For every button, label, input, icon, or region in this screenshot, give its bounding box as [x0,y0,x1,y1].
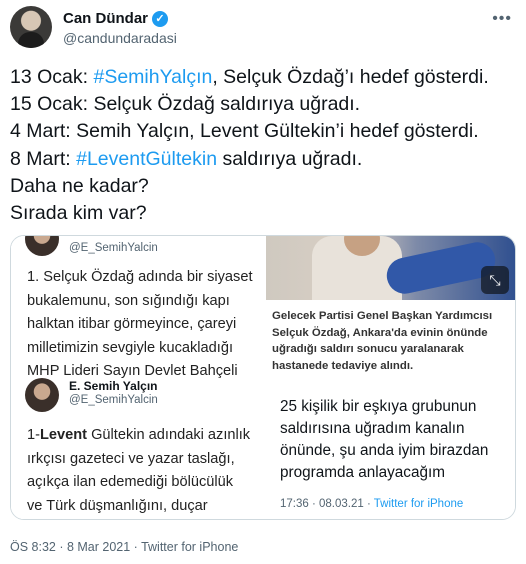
quoted-tweet-line: saldırısına uğradım kanalın [280,420,465,437]
screenshot-text-line: ırkçısı gazeteci ve yazar taslağı, [27,448,259,472]
quoted-tweet-time: 17:36 · 08.03.21 · [280,498,374,510]
author-avatar[interactable] [10,6,52,48]
news-caption-text: Gelecek Partisi Genel Başkan Yardımcısı S… [272,308,514,374]
tweet-text-segment: , Selçuk Özdağ’ı hedef gösterdi. [212,66,489,88]
tweet-text-segment: 8 Mart: [10,147,77,170]
tweet-line: 15 Ocak: Selçuk Özdağ saldırıya uğradı. [10,91,516,118]
screenshot-avatar [25,236,59,256]
tweet-line: 13 Ocak: #SemihYalçın, Selçuk Özdağ’ı he… [10,64,516,91]
quoted-tweet-meta: 17:36 · 08.03.21 · Twitter for iPhone [280,498,463,510]
screenshot-text-segment: ve Türk düşmanlığını, duçar [27,497,208,514]
screenshot-name: E. Semih Yalçın [69,379,158,393]
tweet-text-segment: Sırada kim var? [10,202,147,225]
tweet-line: Sırada kim var? [10,200,516,227]
caption-line: hastanede tedaviye alındı. [272,359,414,372]
screenshot-text-segment: açıkça ilan edemediği bölücülük [27,474,234,490]
screenshot-text-line: milletimizin sevgiyle kucakladığı [27,339,234,356]
tweet-text-segment: Daha ne kadar? [10,174,149,197]
media-right-column[interactable]: ⤡ Gelecek Partisi Genel Başkan Yardımcıs… [266,236,515,519]
hashtag-link[interactable]: #LeventGültekin [76,148,217,170]
expand-icon[interactable]: ⤡ [481,266,509,294]
author-name[interactable]: Can Dündar [63,10,148,27]
tweet-timestamp[interactable]: ÖS 8:32 · 8 Mar 2021 · Twitter for iPhon… [10,540,238,554]
screenshot-text-segment: ırkçısı gazeteci ve yazar taslağı, [27,450,235,467]
screenshot-text-line: halktan itibar görmeyince, çareyi [27,316,237,332]
screenshot-handle: @E_SemihYalcin [69,242,158,254]
screenshot-text-line: ve Türk düşmanlığını, duçar [27,495,259,519]
screenshot-text-line: 1. Selçuk Özdağ adında bir siyaset [27,269,253,285]
tweet-line: Daha ne kadar? [10,173,516,200]
tweet-text-segment: saldırıya uğradı. [217,147,363,170]
quoted-tweet-line: programda anlayacağım [280,464,445,481]
tweet-text-segment: 13 Ocak: [10,66,94,88]
screenshot-text-line: açıkça ilan edemediği bölücülük [27,471,259,495]
screenshot-text-line: bukalemunu, son sığındığı kapı [27,292,230,309]
tweet-text-segment: 15 Ocak: Selçuk Özdağ saldırıya uğradı. [10,93,361,116]
news-caption: Gelecek Partisi Genel Başkan Yardımcısı S… [266,300,515,380]
tweet-text-segment: 4 Mart: Semih Yalçın, Levent Gültekin’i … [10,120,479,143]
tweet-line: 8 Mart: #LeventGültekin saldırıya uğradı… [10,146,516,173]
screenshot-text-segment: Gültekin adındaki azınlık [87,427,251,443]
quoted-tweet-line: önünde, şu anda iyim birazdan [280,442,489,459]
author-handle[interactable]: @candundaradasi [63,30,177,46]
screenshot-text: 1. Selçuk Özdağ adında bir siyaset bukale… [27,266,259,378]
screenshot-text-line: MHP Lideri Sayın Devlet Bahçeli [27,363,238,378]
caption-line: Gelecek Partisi Genel Başkan Yardımcısı [272,310,493,322]
tweet-header: Can Dündar ✓ @candundaradasi ••• [10,6,516,54]
screenshot-text-line: 1-Levent Gültekin adındaki azınlık [27,424,259,448]
screenshot-text-segment: Levent [39,427,88,443]
screenshot-tweet-1[interactable]: @E_SemihYalcin 1. Selçuk Özdağ adında bi… [11,236,262,378]
quoted-tweet-line: 25 kişilik bir eşkıya grubunun [280,398,477,415]
screenshot-text-line: olduğu MHP ... ... ... ... ... [27,518,259,519]
media-left-column[interactable]: @E_SemihYalcin 1. Selçuk Özdağ adında bi… [11,236,262,519]
screenshot-tweet-2[interactable]: E. Semih Yalçın @E_SemihYalcin 1-Levent … [11,378,262,519]
screenshot-text: 1-Levent Gültekin adındaki azınlık ırkçıs… [27,424,259,519]
caption-line: Selçuk Özdağ, Ankara'da evinin önünde [272,326,488,339]
verified-badge-icon: ✓ [152,10,169,27]
quoted-tweet-screenshot[interactable]: 25 kişilik bir eşkıya grubunun saldırısın… [266,380,515,519]
hashtag-link[interactable]: #SemihYalçın [93,66,212,88]
screenshot-handle: @E_SemihYalcin [69,394,158,406]
more-options-icon[interactable]: ••• [492,10,512,28]
screenshot-text-segment: 1- [27,427,40,443]
tweet-media-grid[interactable]: @E_SemihYalcin 1. Selçuk Özdağ adında bi… [10,235,516,520]
tweet-line: 4 Mart: Semih Yalçın, Levent Gültekin’i … [10,118,516,145]
quoted-tweet-source: Twitter for iPhone [373,498,464,510]
screenshot-avatar [25,378,59,412]
caption-line: uğradığı saldırı sonucu yaralanarak [272,343,464,355]
quoted-tweet-text: 25 kişilik bir eşkıya grubunun saldırısın… [280,396,512,484]
tweet-text: 13 Ocak: #SemihYalçın, Selçuk Özdağ’ı he… [10,64,516,227]
news-photo[interactable]: ⤡ [266,236,515,300]
author-name-row: Can Dündar ✓ [63,10,169,27]
